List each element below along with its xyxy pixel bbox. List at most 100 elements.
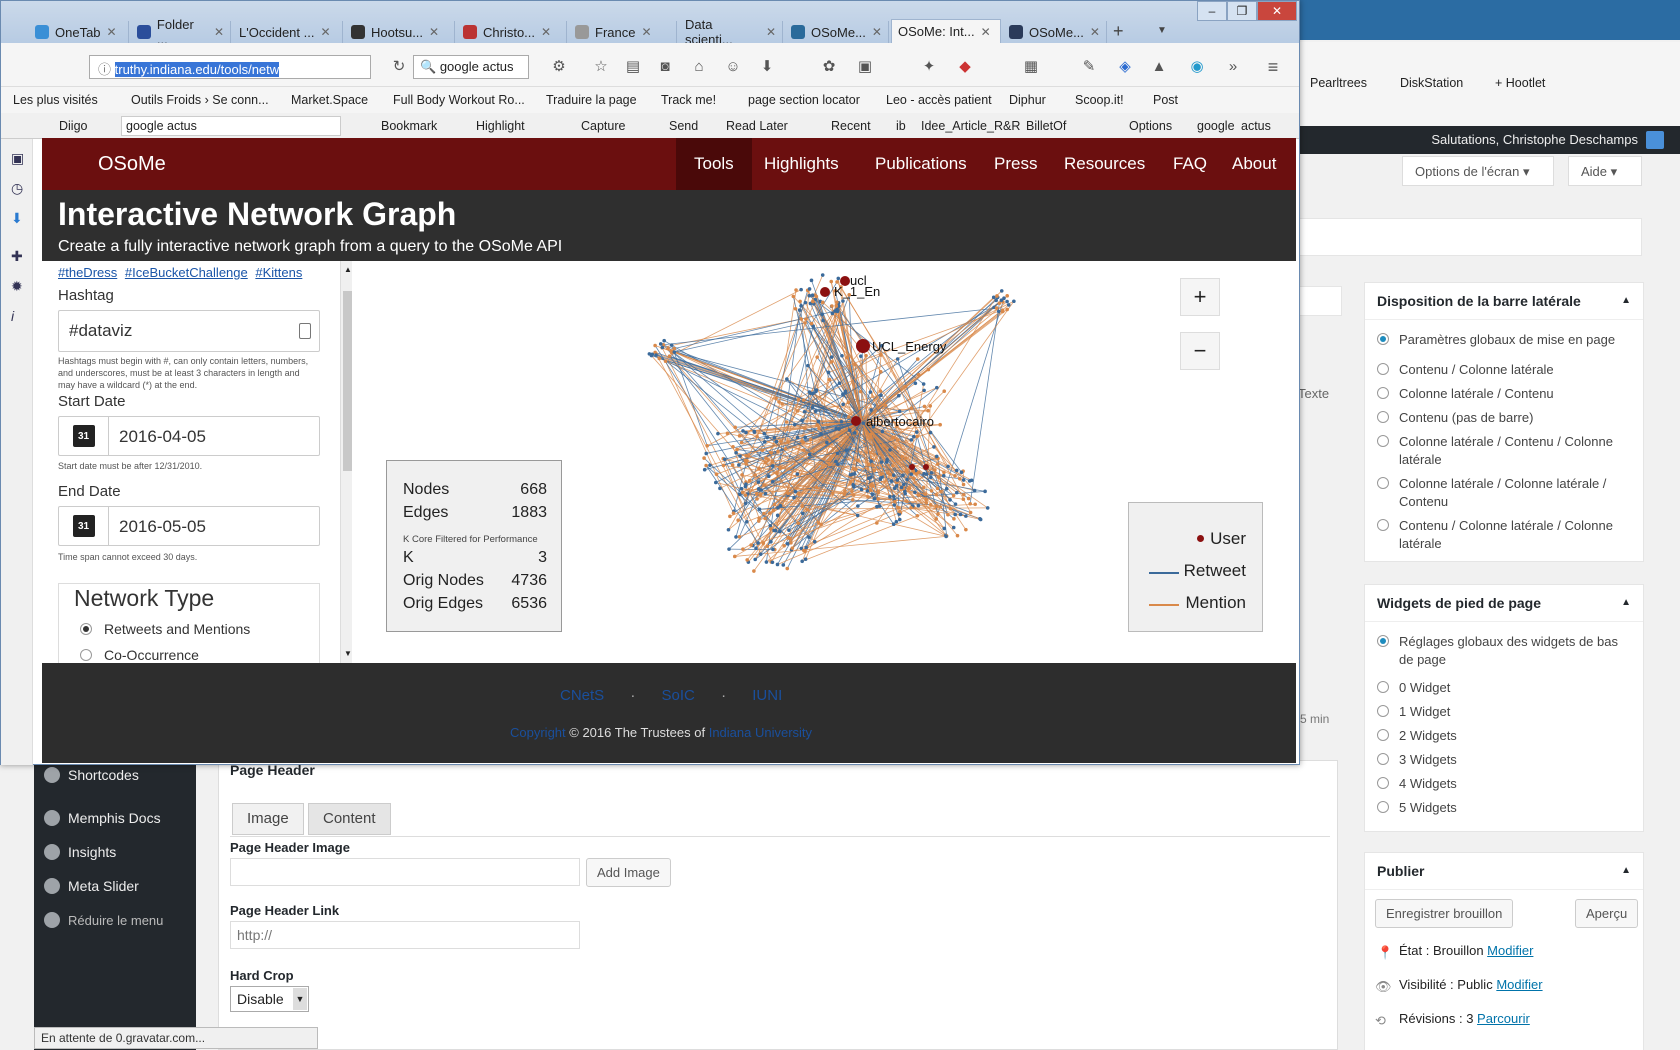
radio-icon[interactable] (1377, 411, 1389, 423)
graph-node[interactable] (914, 430, 919, 434)
graph-node[interactable] (736, 518, 740, 523)
graph-node[interactable] (801, 398, 806, 402)
graph-node[interactable] (800, 418, 804, 423)
graph-node[interactable] (968, 510, 973, 515)
graph-node[interactable] (935, 486, 940, 491)
graph-node[interactable] (850, 472, 855, 476)
graph-node[interactable] (702, 467, 707, 472)
graph-node[interactable] (765, 435, 770, 440)
graph-node[interactable] (901, 482, 906, 487)
graph-node[interactable] (835, 451, 840, 456)
graph-node[interactable] (891, 473, 896, 478)
graph-node[interactable] (725, 431, 730, 436)
graph-node[interactable] (763, 440, 767, 444)
graph-node[interactable] (755, 491, 759, 496)
graph-node[interactable] (806, 363, 810, 368)
graph-node[interactable] (768, 511, 772, 515)
graph-node[interactable] (868, 432, 873, 437)
close-icon[interactable]: ✕ (107, 25, 117, 39)
diigo-button[interactable]: Diigo (59, 119, 88, 133)
graph-node[interactable] (803, 549, 807, 554)
graph-node[interactable] (827, 377, 832, 382)
toolbar-item[interactable]: ib (896, 119, 906, 133)
browser-tab-active[interactable]: OSoMe: Int... ✕ (891, 19, 1001, 43)
radio-option[interactable]: 5 Widgets (1365, 796, 1643, 820)
graph-node[interactable] (827, 462, 832, 467)
graph-node[interactable] (928, 430, 933, 435)
toolbar-item[interactable]: BilletOf (1026, 119, 1066, 133)
graph-node[interactable] (744, 461, 748, 466)
wp-greeting[interactable]: Salutations, Christophe Deschamps (1431, 132, 1638, 147)
graph-node[interactable] (934, 517, 939, 521)
graph-node[interactable] (842, 492, 847, 497)
sidebar-item-memphis-docs[interactable]: Memphis Docs (34, 803, 196, 833)
radio-icon[interactable] (1377, 635, 1389, 647)
calendar-button[interactable]: 31 (59, 417, 109, 455)
graph-node[interactable] (888, 448, 892, 452)
graph-node[interactable] (926, 367, 931, 372)
graph-node[interactable] (851, 493, 856, 497)
graph-node[interactable] (959, 470, 964, 475)
radio-option[interactable]: 4 Widgets (1365, 772, 1643, 796)
graph-node[interactable] (896, 506, 901, 510)
graph-node[interactable] (903, 456, 908, 460)
graph-node[interactable] (775, 471, 779, 476)
radio-icon[interactable] (1377, 753, 1389, 765)
graph-node[interactable] (667, 354, 672, 358)
graph-node[interactable] (666, 346, 670, 351)
graph-node[interactable] (747, 478, 752, 483)
graph-node[interactable] (780, 402, 784, 406)
graph-node[interactable] (774, 439, 779, 444)
search-input[interactable]: 🔍 google actus (413, 55, 529, 79)
bookmark-item[interactable]: Post (1153, 93, 1178, 107)
graph-node[interactable] (672, 346, 677, 351)
graph-node[interactable] (914, 472, 919, 476)
graph-node[interactable] (752, 569, 756, 573)
graph-node[interactable] (852, 430, 857, 435)
browser-tab[interactable]: OSoMe... ✕ (1003, 21, 1107, 43)
graph-node[interactable] (734, 450, 738, 455)
save-draft-button[interactable]: Enregistrer brouillon (1375, 899, 1514, 928)
graph-node[interactable] (785, 566, 790, 571)
graph-node[interactable] (955, 490, 959, 495)
radio-option[interactable]: Colonne latérale / Contenu / Colonne lat… (1365, 430, 1643, 472)
graph-node[interactable] (743, 493, 748, 497)
close-icon[interactable]: ✕ (429, 25, 439, 39)
graph-node[interactable] (929, 471, 934, 475)
graph-node[interactable] (761, 541, 766, 546)
graph-node[interactable] (790, 546, 795, 550)
graph-node[interactable] (754, 546, 758, 551)
graph-node[interactable] (983, 489, 987, 494)
graph-node[interactable] (796, 492, 801, 496)
sidebar-item-meta-slider[interactable]: Meta Slider (34, 871, 196, 901)
radio-option[interactable]: Colonne latérale / Colonne latérale / Co… (1365, 472, 1643, 514)
graph-node[interactable] (953, 474, 957, 478)
menu-icon[interactable]: ≡ (1265, 58, 1281, 76)
graph-node[interactable] (740, 473, 744, 477)
graph-node[interactable] (997, 301, 1002, 306)
user-node[interactable] (923, 464, 929, 470)
graph-node[interactable] (772, 502, 777, 507)
graph-node[interactable] (851, 484, 856, 489)
graph-node[interactable] (793, 306, 798, 311)
graph-node[interactable] (901, 473, 905, 478)
graph-node[interactable] (924, 472, 929, 476)
graph-node[interactable] (972, 488, 977, 493)
avatar[interactable] (1646, 131, 1664, 149)
graph-node[interactable] (942, 470, 946, 475)
graph-node[interactable] (763, 460, 768, 465)
graph-node[interactable] (791, 294, 796, 299)
radio-option[interactable]: Contenu / Colonne latérale / Colonne lat… (1365, 514, 1643, 556)
nav-highlights[interactable]: Highlights (764, 154, 839, 174)
graph-node[interactable] (808, 437, 813, 442)
radio-icon[interactable] (1377, 477, 1389, 489)
caret-up-icon[interactable]: ▲ (1621, 295, 1631, 306)
graph-node[interactable] (810, 293, 815, 298)
graph-node[interactable] (843, 489, 847, 493)
graph-node[interactable] (900, 454, 904, 459)
graph-node[interactable] (878, 477, 883, 482)
graph-node[interactable] (757, 466, 761, 471)
graph-node[interactable] (904, 468, 909, 472)
graph-node[interactable] (821, 318, 825, 323)
graph-node[interactable] (735, 447, 739, 452)
